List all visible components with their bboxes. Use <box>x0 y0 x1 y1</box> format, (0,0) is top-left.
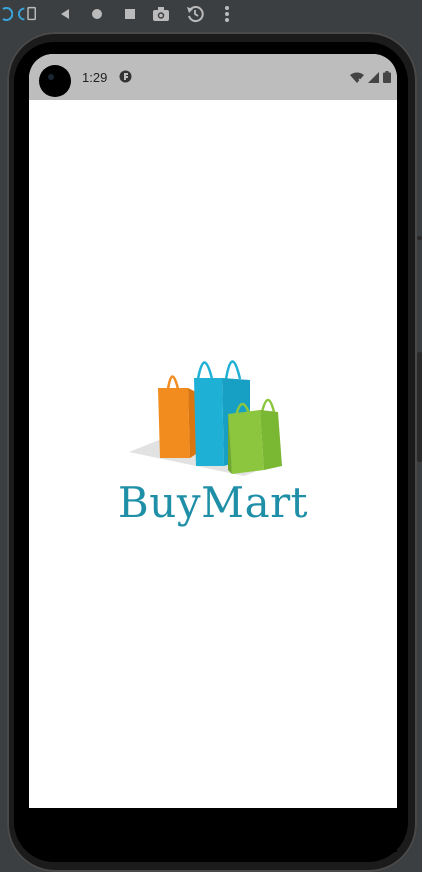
notification-icon <box>119 70 132 83</box>
signal-icon <box>368 70 379 88</box>
volume-button[interactable] <box>417 352 422 462</box>
orange-bag-icon <box>158 375 196 458</box>
brand-name: BuyMart <box>117 478 309 527</box>
status-icons <box>350 70 391 88</box>
more-icon[interactable] <box>217 4 237 24</box>
wifi-icon <box>350 70 364 88</box>
phone-screen: 1:29 BuyMart <box>29 54 397 808</box>
camera-icon[interactable] <box>151 4 171 24</box>
overview-icon[interactable] <box>120 4 140 24</box>
navigation-area <box>29 808 397 852</box>
snapshot-icon[interactable] <box>185 4 205 24</box>
home-icon[interactable] <box>87 4 107 24</box>
back-icon[interactable] <box>55 4 75 24</box>
rotate-left-icon[interactable] <box>0 4 16 24</box>
status-bar: 1:29 <box>29 54 397 100</box>
battery-icon <box>383 70 391 88</box>
emulator-toolbar <box>0 0 422 28</box>
status-time: 1:29 <box>82 70 108 85</box>
power-button[interactable] <box>417 236 422 240</box>
front-camera-cutout <box>39 65 71 97</box>
rotate-right-icon[interactable] <box>18 4 38 24</box>
